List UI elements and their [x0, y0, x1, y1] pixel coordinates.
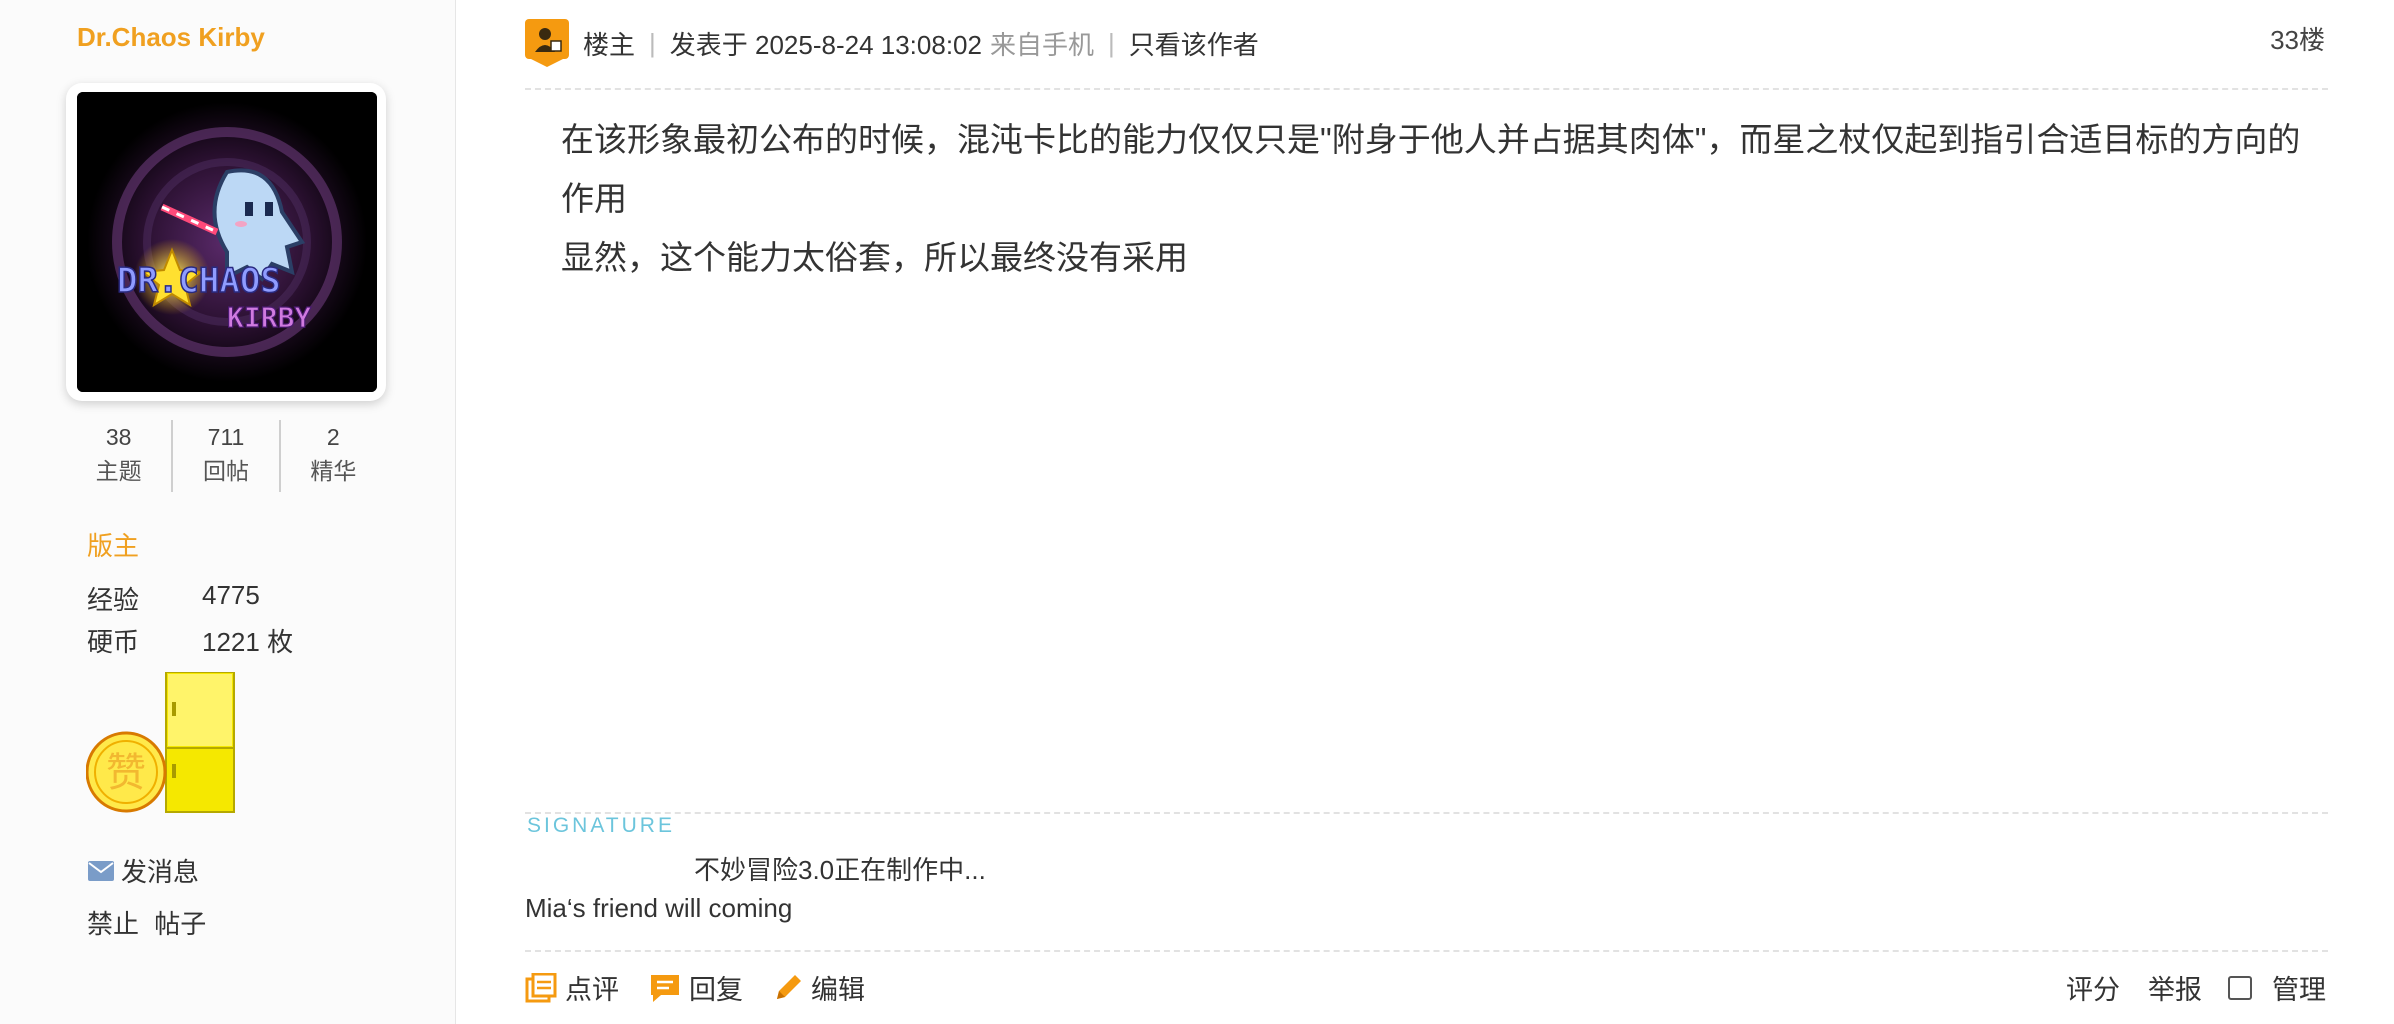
author-badge[interactable]: 楼主 [583, 25, 635, 62]
stat-threads-label: 主题 [95, 458, 142, 484]
post-time: 发表于 2025-8-24 13:08:02 [669, 29, 982, 60]
stat-digest-label: 精华 [310, 458, 357, 484]
avatar-logo-text-2: KIRBY [227, 301, 311, 334]
header-divider-line [525, 88, 2328, 90]
reply-label: 回复 [689, 975, 743, 1005]
post-content: 在该形象最初公布的时候，混沌卡比的能力仅仅只是"附身于他人并占据其肉体"，而星之… [561, 110, 2331, 287]
medal-icons: 赞 [85, 671, 235, 813]
signature-divider [525, 812, 2328, 814]
user-stats: 38 主题 711 回帖 2 精华 [66, 420, 386, 492]
stat-replies-label: 回帖 [202, 458, 249, 484]
report-link[interactable]: 举报 [2148, 968, 2202, 1007]
stat-replies[interactable]: 711 回帖 [171, 420, 278, 492]
medals: 赞 [85, 671, 236, 814]
header-divider: | [649, 27, 656, 58]
signature-label: SIGNATURE [527, 814, 675, 837]
avatar-logo-text: DR.CHAOS [117, 261, 281, 301]
ban-post-link[interactable]: 帖子 [154, 909, 206, 939]
floor-number[interactable]: 33楼 [2270, 20, 2325, 57]
stat-replies-count: 711 [207, 424, 245, 450]
signature-line-2: Mia‘s friend will coming [525, 893, 793, 923]
user-sidebar: Dr.Chaos Kirby DR.CHAOS KIRBY 38 主题 711 … [0, 0, 456, 1024]
mail-icon [88, 860, 114, 881]
username-link[interactable]: Dr.Chaos Kirby [77, 22, 265, 53]
avatar-frame: DR.CHAOS KIRBY [66, 83, 386, 401]
post-content-line-2: 显然，这个能力太俗套，所以最终没有采用 [561, 239, 1188, 276]
signature-line-1: 不妙冒险3.0正在制作中... [694, 855, 986, 885]
exp-row: 经验 4775 [87, 580, 260, 617]
comment-icon [525, 972, 557, 1002]
coin-row: 硬币 1221 枚 [87, 622, 293, 659]
author-icon [525, 19, 569, 67]
ban-user-link[interactable]: 禁止 [87, 909, 139, 939]
post-source[interactable]: 来自手机 [990, 25, 1094, 62]
stat-threads-count: 38 [105, 424, 132, 450]
stat-digest[interactable]: 2 精华 [278, 420, 386, 492]
post-moderation-actions: 评分 举报 管理 [2038, 968, 2326, 1007]
comment-button[interactable]: 点评 [525, 968, 619, 1007]
manage-checkbox[interactable] [2228, 975, 2252, 1000]
stat-threads[interactable]: 38 主题 [66, 420, 171, 492]
coin-value: 1221 枚 [202, 627, 294, 657]
reply-icon [651, 974, 679, 1002]
post-header: 楼主 | 发表于 2025-8-24 13:08:02 来自手机 | 只看该作者 [525, 18, 2325, 68]
medal-praise-text: 赞 [106, 750, 146, 796]
exp-label: 经验 [87, 585, 140, 615]
actions-divider [525, 950, 2328, 952]
ban-links: 禁止 帖子 [87, 904, 206, 941]
manage-label[interactable]: 管理 [2272, 968, 2326, 1007]
only-author-link[interactable]: 只看该作者 [1129, 25, 1259, 62]
rate-link[interactable]: 评分 [2066, 968, 2120, 1007]
post-actions: 点评 回复 编辑 [525, 968, 895, 1007]
send-message-link[interactable]: 发消息 [87, 852, 199, 889]
post-content-line-1: 在该形象最初公布的时候，混沌卡比的能力仅仅只是"附身于他人并占据其肉体"，而星之… [561, 121, 2301, 217]
header-divider-2: | [1108, 27, 1115, 58]
avatar-image: DR.CHAOS KIRBY [77, 92, 377, 392]
coin-label: 硬币 [87, 627, 140, 657]
stat-digest-count: 2 [326, 424, 340, 450]
exp-value: 4775 [202, 580, 260, 610]
pencil-icon [777, 974, 801, 999]
user-rank[interactable]: 版主 [87, 526, 139, 563]
edit-label: 编辑 [811, 975, 865, 1005]
send-message-label: 发消息 [121, 857, 200, 887]
comment-label: 点评 [565, 975, 619, 1005]
edit-button[interactable]: 编辑 [773, 968, 865, 1007]
avatar[interactable]: DR.CHAOS KIRBY [77, 92, 377, 392]
reply-button[interactable]: 回复 [649, 968, 743, 1007]
